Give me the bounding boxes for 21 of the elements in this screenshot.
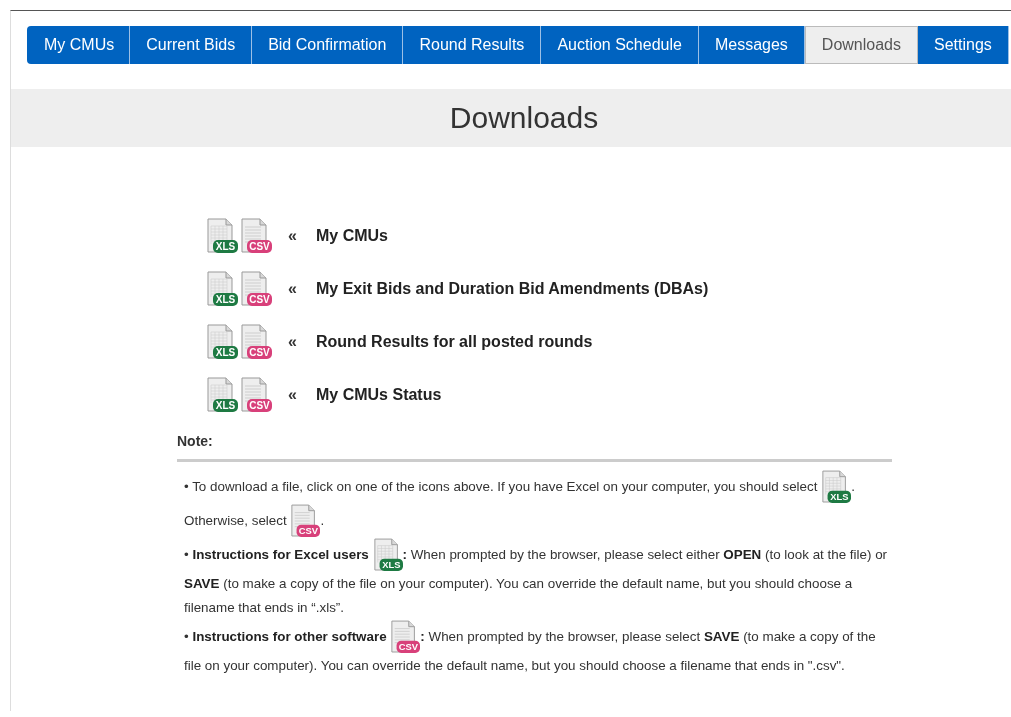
download-label: Round Results for all posted rounds (316, 332, 593, 351)
note-heading: Note: (177, 433, 214, 449)
note-paragraph: • To download a file, click on one of the icons above. If you have Excel on your computer, you should select XLS . Otherwise, select CSV . (184, 470, 892, 538)
download-label: My Exit Bids and Duration Bid Amendments (DBAs) (316, 279, 709, 298)
nav-tab[interactable]: Downloads (804, 26, 918, 64)
nav-tab[interactable]: Current Bids (130, 26, 253, 64)
page-title: Downloads (449, 101, 599, 135)
arrow-glyph: « (288, 226, 298, 245)
note-paragraph: • Instructions for other software CSV : When prompted by the browser, please select SAVE (to make a copy of the file on your computer). You can override the default name, but you should choose a filename that ends in ".csv". (184, 620, 892, 678)
download-label: My CMUs Status (316, 385, 442, 404)
download-label: My CMUs (316, 226, 388, 245)
nav-tab[interactable]: Bid Confirmation (252, 26, 404, 64)
nav-tab[interactable]: Settings (918, 26, 1009, 64)
note-paragraph: • Instructions for Excel users XLS : When prompted by the browser, please select either OPEN (to look at the file) or SAVE (to make a copy of the file on your computer). You can override the default name, but you should choose a filename that ends in “.xls”. (184, 538, 892, 620)
nav-tab[interactable]: Round Results (403, 26, 542, 64)
nav-tab[interactable]: Messages (698, 26, 805, 64)
nav-tab[interactable]: Auction Schedule (541, 26, 699, 64)
arrow-glyph: « (288, 279, 298, 298)
arrow-glyph: « (288, 385, 298, 404)
arrow-glyph: « (288, 332, 298, 351)
nav-tab[interactable]: My CMUs (27, 26, 131, 64)
